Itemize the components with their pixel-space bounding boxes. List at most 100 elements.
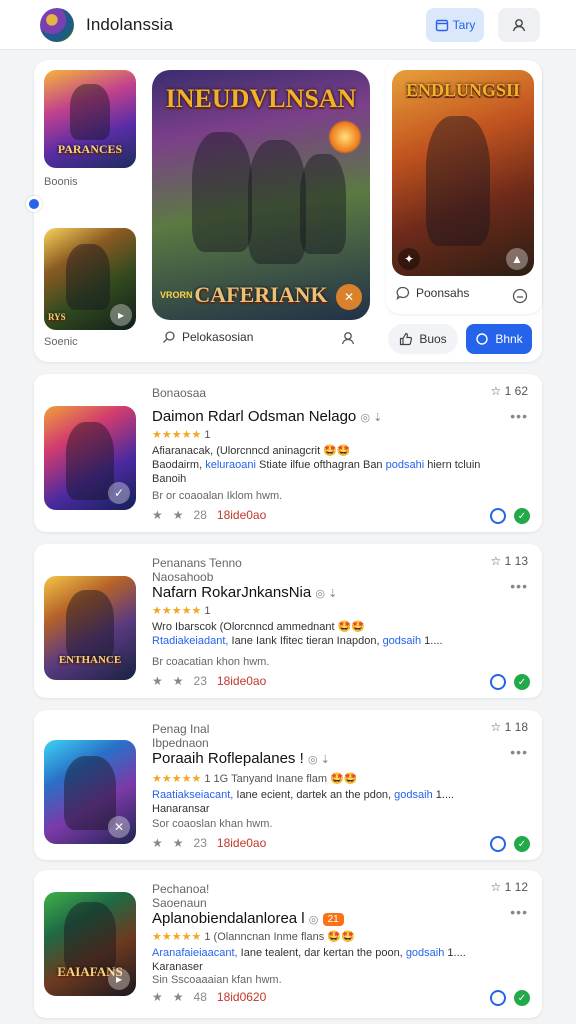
check-status-icon[interactable]: ✓: [514, 508, 530, 524]
more-options-icon[interactable]: •••: [510, 904, 528, 920]
check-status-icon[interactable]: ✓: [514, 674, 530, 690]
side-feature-title: ENDLUNGSII: [405, 80, 521, 100]
featured-caption-row: Pelokasosian: [162, 330, 253, 344]
share-icon[interactable]: ✕: [336, 284, 362, 310]
game-card-tag: 21: [322, 912, 344, 926]
game-card-rating: ★★★★★ 1: [152, 429, 211, 441]
game-card-description: Aranafaieiaacant, Iane tealent, dar kert…: [152, 947, 466, 973]
star-icon[interactable]: ★: [152, 508, 163, 522]
side-feature-card[interactable]: ENDLUNGSII ✦ ▲ Poonsahs: [386, 60, 542, 314]
game-card-footer: ★ ★ 28 18ide0ao: [152, 508, 267, 522]
status-dots: ✓: [490, 836, 530, 852]
search-icon: [163, 331, 175, 343]
featured-badge: VRORN: [160, 290, 193, 300]
game-card-description: Wro Ibarscok (Olorcnncd ammednant 🤩🤩 Rta…: [152, 621, 443, 647]
game-card-rating: ★★★★★ 1: [152, 605, 211, 617]
more-options-icon[interactable]: •••: [510, 578, 528, 594]
game-card-description: Afiaranacak, (Ulorcnncd aninagcrit 🤩🤩 Ba…: [152, 445, 481, 485]
calendar-button-label: Tary: [452, 17, 476, 32]
share-icon[interactable]: ✕: [108, 816, 130, 838]
game-card-category: Penanans Tenno Naosahoob: [152, 556, 242, 584]
game-card[interactable]: ENTHANCE Penanans Tenno Naosahoob ☆ 1 13 …: [34, 544, 542, 698]
more-options-icon[interactable]: •••: [510, 408, 528, 424]
featured-panel: PARANCES Boonis RYS ▸ Soenic INEUDVLNSAN…: [26, 60, 542, 362]
game-card-image[interactable]: ✓: [44, 406, 136, 510]
game-card[interactable]: ✓ Bonaosaa ☆ 1 62 ••• Daimon Rdarl Odsma…: [34, 374, 542, 532]
game-card[interactable]: ✕ Penag Inal Ibpednaon ☆ 1 18 ••• Poraaih…: [34, 710, 542, 860]
star-icon[interactable]: ★: [173, 674, 184, 688]
game-card-rank: ☆ 1 12: [490, 880, 528, 894]
avatar[interactable]: [40, 7, 74, 42]
star-icon[interactable]: ★: [152, 990, 163, 1004]
indicator-dot: [26, 196, 42, 212]
side-feature-caption-row: Poonsahs: [396, 286, 469, 300]
thumb-caption: Boonis: [44, 176, 78, 188]
game-card-footer: ★ ★ 23 18ide0ao: [152, 836, 267, 850]
game-card-category: Pechanoa! Saoenaun: [152, 882, 210, 910]
game-card-footer: ★ ★ 23 18ide0ao: [152, 674, 267, 688]
game-card-rating: ★★★★★ 1 (Olanncnan Inme flans 🤩🤩: [152, 931, 355, 943]
info-status-icon[interactable]: [490, 508, 506, 524]
star-icon[interactable]: ★: [173, 990, 184, 1004]
game-card-image[interactable]: EAIAFANS ▸: [44, 892, 136, 996]
game-card-image[interactable]: ✕: [44, 740, 136, 844]
info-status-icon[interactable]: [490, 674, 506, 690]
calendar-icon: [435, 19, 448, 31]
comment-icon: [396, 286, 410, 300]
check-status-icon[interactable]: ✓: [514, 990, 530, 1006]
info-icon[interactable]: [512, 288, 528, 304]
person-icon[interactable]: [340, 330, 356, 346]
more-options-icon[interactable]: •••: [510, 744, 528, 760]
app-title: Indolanssia: [86, 14, 174, 34]
game-card-title: Daimon Rdarl Odsman Nelago ◎ ⇣: [152, 408, 383, 425]
side-feature-art[interactable]: ENDLUNGSII ✦ ▲: [392, 70, 534, 276]
status-dots: ✓: [490, 508, 530, 524]
star-icon[interactable]: ★: [152, 836, 163, 850]
game-card-rating: ★★★★★ 1 1G Tanyand Inane flam 🤩🤩: [152, 773, 358, 785]
game-card-meta: Br coacatian khon hwm.: [152, 656, 270, 668]
profile-button[interactable]: [498, 7, 540, 42]
refresh-icon: [476, 333, 489, 345]
thumbs-up-icon: [400, 332, 413, 346]
play-icon[interactable]: ▲: [506, 248, 528, 270]
share-icon[interactable]: ▸: [108, 968, 130, 990]
game-card-title: Nafarn RokarJnkansNia ◎ ⇣: [152, 584, 338, 601]
check-status-icon[interactable]: ✓: [514, 836, 530, 852]
star-icon[interactable]: ★: [152, 674, 163, 688]
status-dots: ✓: [490, 674, 530, 690]
featured-main-art[interactable]: INEUDVLNSAN CAFERIANK VRORN ✕: [152, 70, 370, 320]
game-card-footer: ★ ★ 48 18id0620: [152, 990, 267, 1004]
game-card-rank: ☆ 1 18: [490, 720, 528, 734]
status-dots: ✓: [490, 990, 530, 1006]
game-card-meta: Sin Sscoaaaian kfan hwm.: [152, 974, 282, 986]
side-feature-caption: Poonsahs: [416, 286, 470, 300]
thumb-caption: Soenic: [44, 336, 78, 348]
game-card-title: Poraaih Roflepalanes ! ◎ ⇣: [152, 750, 330, 767]
game-card[interactable]: EAIAFANS ▸ Pechanoa! Saoenaun ☆ 1 12 ••• …: [34, 870, 542, 1018]
primary-action-button[interactable]: Bhnk: [466, 324, 532, 354]
thumb-banner: PARANCES: [57, 142, 123, 156]
featured-thumb-top-left[interactable]: PARANCES: [44, 70, 136, 168]
game-badge-icon: ✦: [398, 248, 420, 270]
info-status-icon[interactable]: [490, 990, 506, 1006]
top-bar: Indolanssia Tary: [0, 0, 576, 50]
star-icon[interactable]: ★: [173, 508, 184, 522]
top-actions: Tary: [426, 7, 540, 42]
featured-caption: Pelokasosian: [182, 330, 254, 344]
star-icon[interactable]: ★: [173, 836, 184, 850]
primary-action-label: Bhnk: [495, 332, 523, 346]
calendar-button[interactable]: Tary: [426, 7, 484, 42]
game-card-category: Penag Inal Ibpednaon: [152, 722, 210, 750]
secondary-action-button[interactable]: Buos: [388, 324, 458, 354]
featured-title: INEUDVLNSAN: [165, 84, 357, 113]
game-card-rank: ☆ 1 13: [490, 554, 528, 568]
info-status-icon[interactable]: [490, 836, 506, 852]
featured-thumb-bottom-left[interactable]: RYS ▸: [44, 228, 136, 330]
game-card-title: Aplanobiendalanlorea l ◎ 21: [152, 910, 344, 927]
game-card-image[interactable]: ENTHANCE: [44, 576, 136, 680]
share-icon[interactable]: ✓: [108, 482, 130, 504]
secondary-action-label: Buos: [419, 332, 447, 346]
game-card-category: Bonaosaa: [152, 386, 207, 400]
play-icon[interactable]: ▸: [110, 304, 132, 326]
game-card-meta: Sor coaoslan khan hwm.: [152, 818, 273, 830]
